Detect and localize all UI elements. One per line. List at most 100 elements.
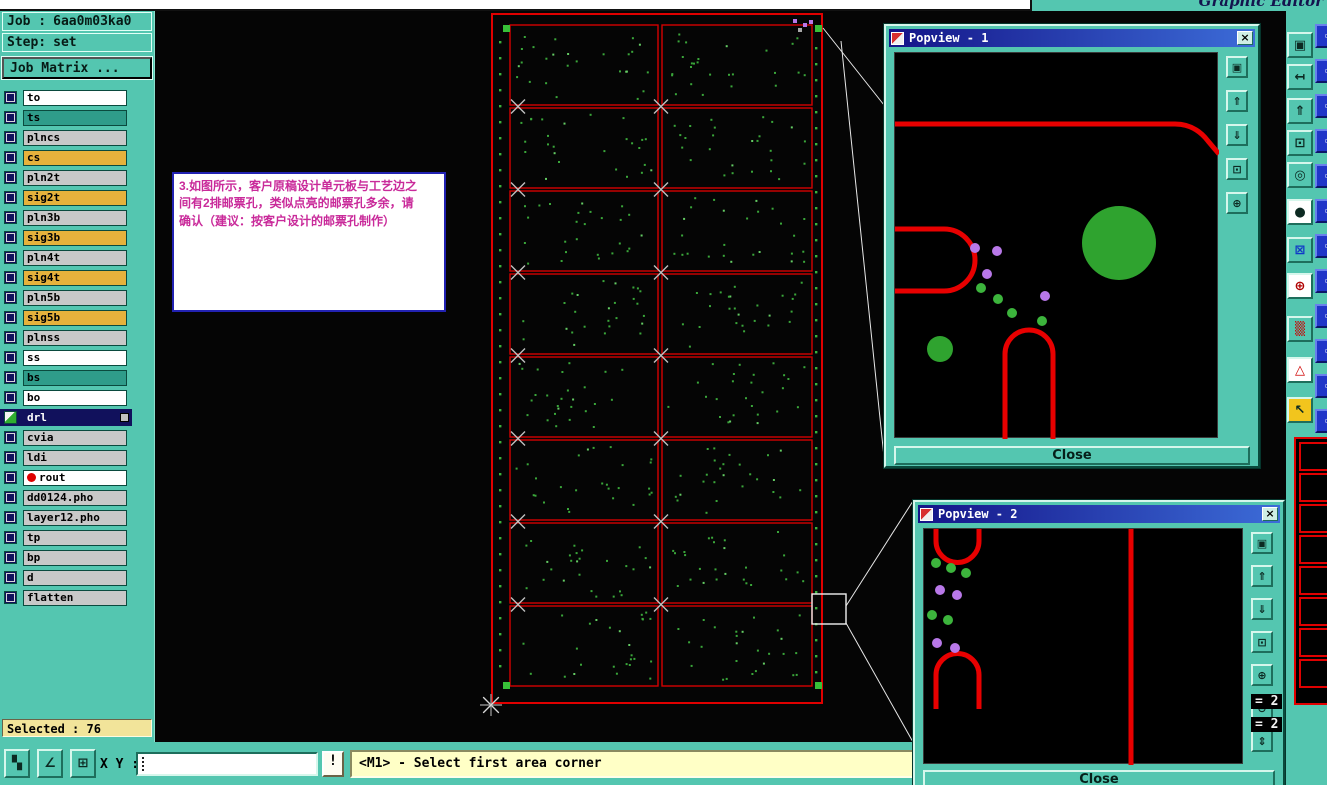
layer-checkbox[interactable] (4, 91, 17, 104)
windows-tool-icon[interactable]: ▣ (1287, 32, 1313, 58)
layer-label[interactable]: pln4t (23, 249, 127, 266)
pan-left-icon[interactable]: ↤ (1287, 64, 1313, 90)
layer-label[interactable]: pln5b (23, 289, 127, 306)
edge-tool-icon[interactable]: ◦ (1315, 24, 1327, 48)
crosshair-tool-icon[interactable]: ⊕ (1287, 273, 1313, 299)
layer-row-cvia[interactable]: cvia (0, 429, 132, 446)
layer-checkbox[interactable] (4, 511, 17, 524)
layer-row-ss[interactable]: ss (0, 349, 132, 366)
layer-row-pln5b[interactable]: pln5b (0, 289, 132, 306)
layer-checkbox[interactable] (4, 391, 17, 404)
dot-tool-icon[interactable]: ● (1287, 199, 1313, 225)
layer-row-rout[interactable]: rout (0, 469, 132, 486)
layer-label[interactable]: d (23, 569, 127, 586)
popview-2-canvas[interactable] (923, 521, 1243, 765)
layer-row-sig5b[interactable]: sig5b (0, 309, 132, 326)
popview-2-window[interactable]: Popview - 2 × ▣⇑⇓⊡⊕⊖⇕ Close (913, 500, 1285, 785)
close-icon[interactable]: × (1262, 507, 1278, 521)
layer-row-tp[interactable]: tp (0, 529, 132, 546)
swatch-tool-icon[interactable]: ▒ (1287, 316, 1313, 342)
layer-label[interactable]: dd0124.pho (23, 489, 127, 506)
layer-label[interactable]: ldi (23, 449, 127, 466)
pv-zoom-in-icon[interactable]: ⊕ (1226, 192, 1248, 214)
layer-checkbox[interactable] (4, 131, 17, 144)
layer-label[interactable]: flatten (23, 589, 127, 606)
layer-label[interactable]: drl (23, 409, 127, 426)
layer-row-drl[interactable]: drl (0, 409, 132, 426)
layer-label[interactable]: sig4t (23, 269, 127, 286)
layer-label[interactable]: ss (23, 349, 127, 366)
edge-tool-icon[interactable]: ◦ (1315, 374, 1327, 398)
layer-row-to[interactable]: to (0, 89, 132, 106)
triangle-tool-icon[interactable]: △ (1287, 357, 1313, 383)
layer-row-pln2t[interactable]: pln2t (0, 169, 132, 186)
layer-row-bs[interactable]: bs (0, 369, 132, 386)
layer-row-pln3b[interactable]: pln3b (0, 209, 132, 226)
layer-checkbox[interactable] (4, 531, 17, 544)
layer-row-plncs[interactable]: plncs (0, 129, 132, 146)
layer-row-bp[interactable]: bp (0, 549, 132, 566)
layer-color-icon[interactable] (4, 411, 17, 424)
edge-tool-icon[interactable]: ◦ (1315, 234, 1327, 258)
edge-tool-icon[interactable]: ◦ (1315, 59, 1327, 83)
layer-label[interactable]: plnss (23, 329, 127, 346)
pan-up-icon[interactable]: ⇑ (1287, 98, 1313, 124)
layer-label[interactable]: pln2t (23, 169, 127, 186)
layer-row-sig4t[interactable]: sig4t (0, 269, 132, 286)
layer-checkbox[interactable] (4, 371, 17, 384)
edge-tool-icon[interactable]: ◦ (1315, 409, 1327, 433)
popview-1-window[interactable]: Popview - 1 × ▣ ⇑ ⇓ ⊡ ⊕ Close (840, 24, 1260, 468)
layer-row-cs[interactable]: cs (0, 149, 132, 166)
layer-checkbox[interactable] (4, 491, 17, 504)
layer-label[interactable]: bp (23, 549, 127, 566)
layer-label[interactable]: cs (23, 149, 127, 166)
pv-pan-down-icon[interactable]: ⇓ (1226, 124, 1248, 146)
layer-row-ts[interactable]: ts (0, 109, 132, 126)
edge-tool-icon[interactable]: ◦ (1315, 164, 1327, 188)
popview-1-titlebar[interactable]: Popview - 1 × (889, 29, 1255, 47)
zoom-window-icon[interactable]: ⊡ (1287, 130, 1313, 156)
layer-checkbox[interactable] (4, 351, 17, 364)
layer-label[interactable]: pln3b (23, 209, 127, 226)
layer-label[interactable]: layer12.pho (23, 509, 127, 526)
layer-mini-box[interactable] (120, 413, 129, 422)
pv-center-icon[interactable]: ⇕ (1251, 730, 1273, 752)
alert-button[interactable]: ! (322, 751, 344, 777)
layer-checkbox[interactable] (4, 431, 17, 444)
net-box-icon[interactable]: ⊠ (1287, 237, 1313, 263)
layer-checkbox[interactable] (4, 271, 17, 284)
layer-checkbox[interactable] (4, 451, 17, 464)
layer-label[interactable]: rout (23, 469, 127, 486)
layer-checkbox[interactable] (4, 591, 17, 604)
layer-label[interactable]: to (23, 89, 127, 106)
pv-pan-up-icon[interactable]: ⇑ (1226, 90, 1248, 112)
layer-row-d[interactable]: d (0, 569, 132, 586)
layer-row-flatten[interactable]: flatten (0, 589, 132, 606)
pv-zoom-in-icon[interactable]: ⊕ (1251, 664, 1273, 686)
layer-checkbox[interactable] (4, 251, 17, 264)
layer-checkbox[interactable] (4, 291, 17, 304)
layer-checkbox[interactable] (4, 551, 17, 564)
popview-1-close-button[interactable]: Close (894, 446, 1250, 465)
layer-label[interactable]: tp (23, 529, 127, 546)
layer-row-plnss[interactable]: plnss (0, 329, 132, 346)
layer-label[interactable]: sig5b (23, 309, 127, 326)
popview-2-close-button[interactable]: Close (923, 770, 1275, 785)
layer-label[interactable]: sig2t (23, 189, 127, 206)
layer-row-layer12.pho[interactable]: layer12.pho (0, 509, 132, 526)
layer-row-ldi[interactable]: ldi (0, 449, 132, 466)
edge-tool-icon[interactable]: ◦ (1315, 304, 1327, 328)
layer-label[interactable]: plncs (23, 129, 127, 146)
layer-checkbox[interactable] (4, 231, 17, 244)
layer-label[interactable]: bo (23, 389, 127, 406)
layer-checkbox[interactable] (4, 191, 17, 204)
layer-label[interactable]: ts (23, 109, 127, 126)
close-icon[interactable]: × (1237, 31, 1253, 45)
snap-mode-icon[interactable]: ▚ (4, 749, 30, 778)
pv-zoom-fit-icon[interactable]: ⊡ (1226, 158, 1248, 180)
layer-checkbox[interactable] (4, 571, 17, 584)
grid-mode-icon[interactable]: ⊞ (70, 749, 96, 778)
layer-checkbox[interactable] (4, 311, 17, 324)
job-matrix-button[interactable]: Job Matrix ... (2, 57, 152, 79)
edge-tool-icon[interactable]: ◦ (1315, 339, 1327, 363)
